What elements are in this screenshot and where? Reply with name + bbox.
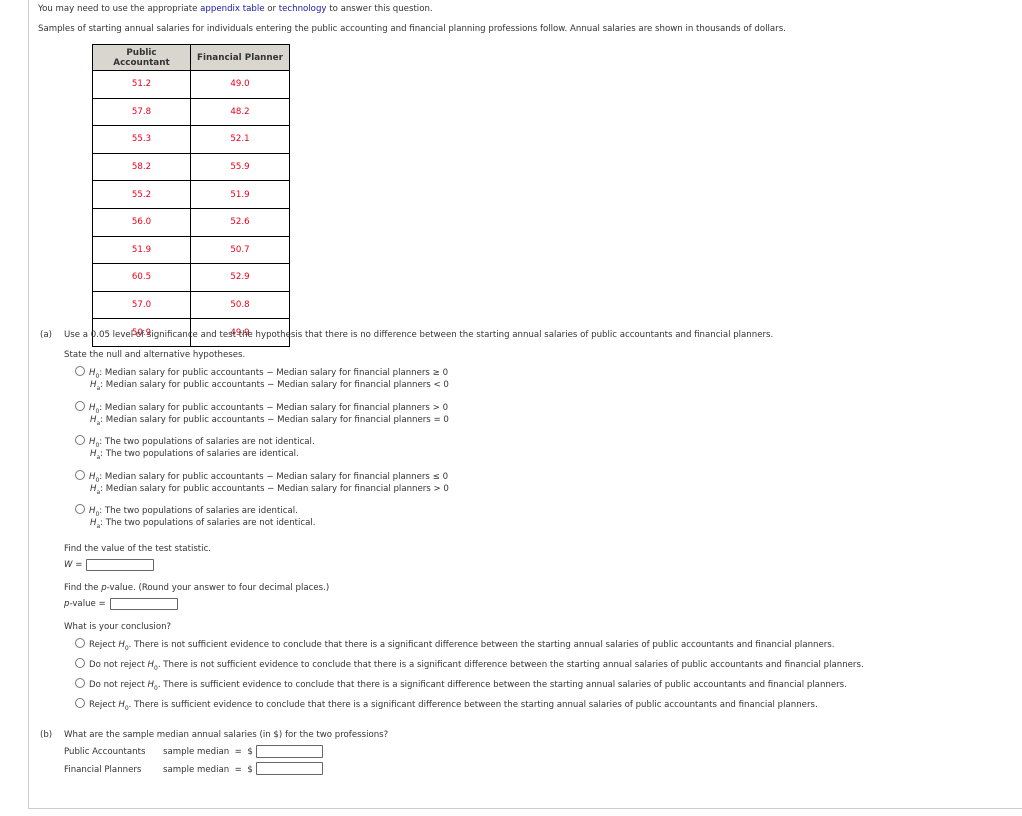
cell-public-accountant: 51.9: [92, 235, 191, 265]
financial-planners-median-input[interactable]: [256, 762, 323, 775]
alternative-hypothesis-text: : Median salary for public accountants −…: [100, 380, 449, 390]
null-hypothesis-text: : Median salary for public accountants −…: [99, 368, 449, 378]
null-hypothesis-text: : Median salary for public accountants −…: [99, 403, 449, 413]
pvalue-label-suffix: -value =: [69, 599, 106, 609]
cell-financial-planner: 51.9: [190, 180, 290, 209]
table-row: 58.2 55.9: [92, 152, 290, 182]
pvalue-prompt: Find the p-value. (Round your answer to …: [64, 583, 329, 593]
cell-public-accountant: 51.2: [92, 70, 191, 99]
conclusion-text: . There is sufficient evidence to conclu…: [157, 680, 847, 690]
conclusion-decision: Reject: [89, 640, 119, 650]
salary-table: Public Accountant Financial Planner 51.2…: [92, 44, 290, 347]
conclusion-option-4[interactable]: Reject H0. There is sufficient evidence …: [75, 698, 818, 712]
radio-button[interactable]: [75, 470, 85, 480]
part-b-label: (b): [40, 730, 53, 740]
conclusion-option-1[interactable]: Reject H0. There is not sufficient evide…: [75, 638, 835, 652]
public-accountants-label: Public Accountants: [64, 747, 146, 757]
cell-public-accountant: 57.8: [92, 97, 191, 127]
column-header-public-accountant: Public Accountant: [92, 44, 191, 71]
conclusion-decision: Do not reject: [89, 660, 148, 670]
radio-button[interactable]: [75, 504, 85, 514]
alternative-hypothesis-text: : The two populations of salaries are id…: [100, 449, 299, 459]
hypothesis-option-1[interactable]: H0: Median salary for public accountants…: [75, 366, 449, 392]
intro-text-middle: or: [264, 4, 279, 14]
part-b-question: What are the sample median annual salari…: [64, 730, 389, 740]
conclusion-option-3[interactable]: Do not reject H0. There is sufficient ev…: [75, 678, 847, 692]
hypothesis-option-2[interactable]: H0: Median salary for public accountants…: [75, 401, 449, 427]
hypothesis-option-4[interactable]: H0: Median salary for public accountants…: [75, 470, 449, 496]
radio-button[interactable]: [75, 698, 85, 708]
intro-text-suffix: to answer this question.: [326, 4, 433, 14]
radio-button[interactable]: [75, 435, 85, 445]
cell-public-accountant: 56.0: [92, 207, 191, 237]
conclusion-decision: Do not reject: [89, 680, 148, 690]
public-accountants-median-label: sample median = $: [163, 747, 253, 757]
hypotheses-prompt: State the null and alternative hypothese…: [64, 350, 246, 360]
public-accountants-median-input[interactable]: [256, 745, 323, 758]
equals-sign: =: [72, 560, 83, 570]
cell-financial-planner: 52.9: [190, 263, 290, 292]
null-hypothesis-text: : The two populations of salaries are id…: [99, 506, 298, 516]
test-statistic-prompt: Find the value of the test statistic.: [64, 544, 212, 554]
cell-financial-planner: 48.2: [190, 97, 290, 127]
part-a-label: (a): [40, 330, 52, 340]
pvalue-input[interactable]: [110, 598, 178, 610]
problem-description: Samples of starting annual salaries for …: [38, 24, 786, 34]
hypothesis-option-5[interactable]: H0: The two populations of salaries are …: [75, 504, 316, 530]
cell-public-accountant: 57.0: [92, 290, 191, 320]
pvalue-prompt-prefix: Find the: [64, 583, 102, 593]
cell-financial-planner: 55.9: [190, 152, 290, 182]
conclusion-decision: Reject: [89, 700, 119, 710]
pvalue-label: p-value =: [64, 599, 106, 609]
w-symbol: W: [64, 560, 73, 570]
radio-button[interactable]: [75, 366, 85, 376]
column-header-financial-planner: Financial Planner: [190, 44, 290, 71]
alternative-hypothesis-text: : Median salary for public accountants −…: [100, 484, 449, 494]
table-row: 55.2 51.9: [92, 180, 290, 209]
radio-button[interactable]: [75, 401, 85, 411]
conclusion-prompt: What is your conclusion?: [64, 622, 172, 632]
cell-financial-planner: 52.1: [190, 125, 290, 154]
conclusion-text: . There is sufficient evidence to conclu…: [128, 700, 818, 710]
conclusion-option-2[interactable]: Do not reject H0. There is not sufficien…: [75, 658, 864, 672]
pvalue-prompt-suffix: -value. (Round your answer to four decim…: [106, 583, 330, 593]
technology-link[interactable]: technology: [279, 4, 327, 14]
table-row: 60.5 52.9: [92, 263, 290, 292]
conclusion-text: . There is not sufficient evidence to co…: [128, 640, 835, 650]
alternative-hypothesis-text: : Median salary for public accountants −…: [100, 415, 449, 425]
radio-button[interactable]: [75, 658, 85, 668]
radio-button[interactable]: [75, 678, 85, 688]
hypothesis-option-3[interactable]: H0: The two populations of salaries are …: [75, 435, 315, 461]
cell-financial-planner: 50.8: [190, 290, 290, 320]
cell-financial-planner: 49.0: [190, 70, 290, 99]
part-a-question: Use a 0.05 level of significance and tes…: [64, 330, 774, 340]
table-header-row: Public Accountant Financial Planner: [92, 44, 290, 71]
table-row: 57.0 50.8: [92, 290, 290, 320]
financial-planners-label: Financial Planners: [64, 765, 142, 775]
table-row: 57.8 48.2: [92, 97, 290, 127]
cell-public-accountant: 55.3: [92, 125, 191, 154]
appendix-table-link[interactable]: appendix table: [200, 4, 264, 14]
table-row: 51.2 49.0: [92, 70, 290, 99]
table-row: 56.0 52.6: [92, 207, 290, 237]
test-statistic-input[interactable]: [86, 559, 154, 571]
alternative-hypothesis-text: : The two populations of salaries are no…: [100, 518, 316, 528]
radio-button[interactable]: [75, 638, 85, 648]
financial-planners-median-label: sample median = $: [163, 765, 253, 775]
null-hypothesis-text: : Median salary for public accountants −…: [99, 472, 449, 482]
null-hypothesis-text: : The two populations of salaries are no…: [99, 437, 315, 447]
cell-financial-planner: 52.6: [190, 207, 290, 237]
cell-public-accountant: 55.2: [92, 180, 191, 209]
test-statistic-label: W =: [64, 560, 82, 570]
cell-public-accountant: 60.5: [92, 263, 191, 292]
intro-text: You may need to use the appropriate: [38, 4, 201, 14]
cell-financial-planner: 50.7: [190, 235, 290, 265]
conclusion-text: . There is not sufficient evidence to co…: [157, 660, 864, 670]
cell-public-accountant: 58.2: [92, 152, 191, 182]
intro-line: You may need to use the appropriate appe…: [38, 4, 433, 14]
table-row: 51.9 50.7: [92, 235, 290, 265]
table-row: 55.3 52.1: [92, 125, 290, 154]
